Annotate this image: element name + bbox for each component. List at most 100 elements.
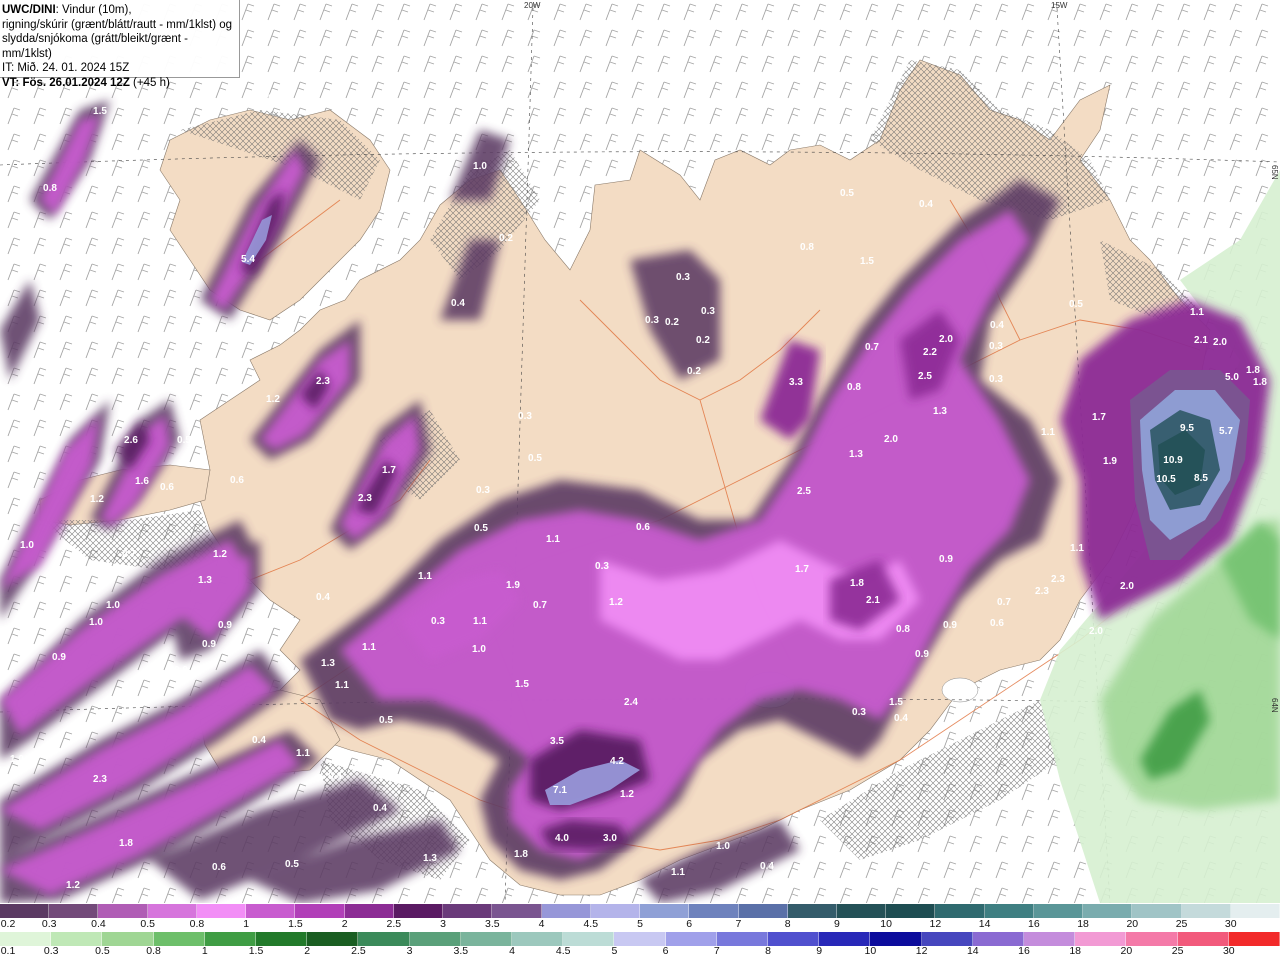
precip-label: 4.2 [610, 756, 624, 767]
legend-swatch [295, 904, 345, 918]
precip-label: 0.6 [59, 410, 73, 421]
precip-label: 1.9 [506, 580, 520, 591]
legend-swatch [1126, 932, 1178, 946]
precip-label: 0.7 [122, 549, 136, 560]
legend-label: 9 [816, 945, 823, 957]
precip-label: 1.0 [20, 540, 34, 551]
legend-swatch [972, 932, 1025, 946]
legend-swatch [738, 904, 788, 918]
legend-label: 5 [637, 918, 643, 930]
precip-label: 2.3 [1051, 574, 1065, 585]
title-line1: : Vindur (10m), [55, 4, 132, 16]
legend-swatch [196, 904, 247, 918]
legend-swatch [1033, 904, 1084, 918]
legend-swatch [665, 932, 717, 946]
legend-swatch [307, 932, 359, 946]
precip-label: 1.0 [473, 161, 487, 172]
precip-label: 1.6 [135, 476, 149, 487]
precip-label: 1.3 [321, 658, 335, 669]
precip-label: 0.5 [528, 453, 542, 464]
precip-label: 0.4 [373, 803, 387, 814]
precip-label: 2.0 [1089, 626, 1103, 637]
legend-label: 14 [966, 945, 979, 957]
precip-label: 2.6 [124, 435, 138, 446]
precip-label: 0.4 [343, 760, 357, 771]
legend-swatch [443, 904, 493, 918]
legend-label: 4.5 [583, 918, 599, 930]
legend-label: 2.5 [386, 918, 402, 930]
map-title-box: UWC/DINI: Vindur (10m), rigning/skúrir (… [0, 0, 240, 89]
precip-label: 2.0 [884, 434, 898, 445]
precip-label: 0.4 [894, 713, 908, 724]
legend-label: 16 [1028, 918, 1040, 930]
precip-label: 1.1 [1070, 543, 1084, 554]
model-name: UWC/DINI [2, 4, 56, 16]
precip-label: 2.5 [797, 486, 811, 497]
legend-label: 1.5 [248, 945, 264, 957]
precip-label: 0.4 [451, 298, 465, 309]
precip-label: 1.9 [1103, 456, 1117, 467]
precip-label: 1.2 [213, 549, 227, 560]
lead-time: (+45 h) [129, 76, 170, 89]
legend-label: 1 [243, 918, 250, 930]
precip-label: 1.1 [335, 680, 349, 691]
precip-label: 1.2 [609, 597, 623, 608]
legend-swatch [716, 932, 769, 946]
legend-swatch [1181, 904, 1231, 918]
legend-swatch [102, 932, 154, 946]
precip-label: 1.3 [423, 853, 437, 864]
precip-label: 1.8 [850, 578, 864, 589]
legend-label: 20 [1126, 918, 1139, 930]
precip-label: 0.3 [852, 707, 866, 718]
legend-swatch [393, 904, 444, 918]
precip-label: 3.0 [603, 833, 617, 844]
legend-label: 0.3 [41, 918, 57, 930]
title-line2: rigning/skúrir (grænt/blátt/rautt - mm/1… [2, 18, 233, 31]
legend-label: 3.5 [484, 918, 500, 930]
precip-label: 1.3 [849, 449, 863, 460]
legend-swatch [1083, 904, 1133, 918]
precip-label: 0.7 [865, 342, 879, 353]
precip-label: 2.1 [866, 595, 880, 606]
legend-label: 0.5 [140, 918, 155, 930]
legend-swatch [787, 904, 837, 918]
legend-swatch [147, 904, 197, 918]
precip-label: 0.3 [476, 485, 490, 496]
precip-label: 0.2 [499, 233, 513, 244]
precip-label: 2.3 [358, 493, 372, 504]
legend-label: 18 [1069, 945, 1082, 957]
precip-label: 1.0 [89, 617, 103, 628]
precip-label: 0.5 [285, 859, 299, 870]
legend-label: 7 [735, 918, 742, 930]
legend-swatch [640, 904, 690, 918]
precip-label: 1.8 [1253, 377, 1267, 388]
legend-label: 1 [201, 945, 208, 957]
precip-label: 2.3 [1035, 586, 1049, 597]
legend-label: 0.4 [91, 918, 106, 930]
legend-swatch [836, 904, 887, 918]
legend-swatch [358, 932, 410, 946]
rain-legend-labels: 0.1 0.3 0.5 0.8 1 1.5 2 2.5 3 3.5 4 4.5 5 6 7 8 9 10 12 14 1… [0, 945, 1280, 961]
legend-swatch [344, 904, 394, 918]
precip-label: 2.0 [939, 334, 953, 345]
precip-label: 0.8 [800, 242, 814, 253]
legend-swatch [1177, 932, 1229, 946]
precip-label: 2.2 [923, 347, 937, 358]
legend-label: 8 [784, 918, 791, 930]
legend-swatch [0, 904, 50, 918]
precip-label: 0.3 [676, 272, 690, 283]
precip-label: 1.1 [418, 571, 432, 582]
legend-label: 8 [765, 945, 771, 957]
legend-label: 6 [686, 918, 693, 930]
precip-label: 7.1 [553, 785, 567, 796]
precip-label: 1.0 [716, 841, 730, 852]
rain-legend-bar [0, 932, 1280, 946]
precip-label: 0.4 [328, 771, 342, 782]
legend-swatch [870, 932, 922, 946]
precip-label: 0.9 [52, 652, 66, 663]
precip-label: 0.3 [701, 306, 715, 317]
lon-label-15w: 15W [1051, 1, 1068, 10]
legend-label: 3 [440, 918, 446, 930]
legend-label: 16 [1018, 945, 1030, 957]
precip-label: 1.2 [620, 789, 634, 800]
